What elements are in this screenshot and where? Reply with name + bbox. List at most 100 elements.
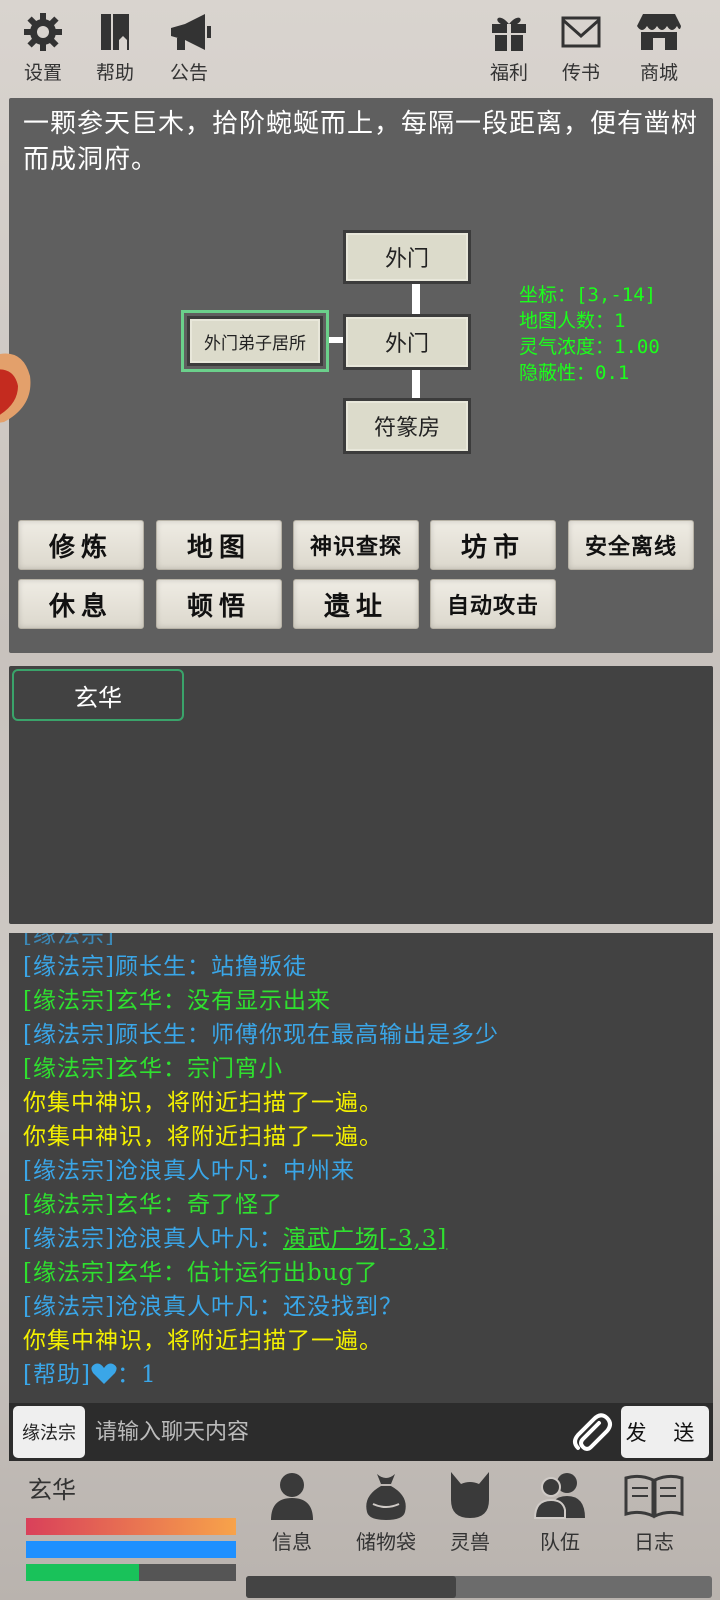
beast-icon	[451, 1472, 489, 1518]
nav-team-label: 队伍	[540, 1530, 580, 1554]
team-icon	[533, 1473, 585, 1519]
map-node-south[interactable]: 符篆房	[343, 398, 471, 454]
mp-bar	[26, 1541, 236, 1558]
action-auto-attack-label: 自动攻击	[446, 593, 539, 619]
action-market-label: 坊市	[460, 532, 525, 563]
mail-button[interactable]: 传书	[550, 10, 612, 85]
gift-icon	[492, 17, 526, 51]
chat-log[interactable]: [缘法宗] [缘法宗]顾长生：站撸叛徒 [缘法宗]玄华：没有显示出来 [缘法宗]…	[9, 933, 713, 1403]
nav-log[interactable]: 日志	[614, 1470, 694, 1555]
chat-message: [帮助] ：1	[23, 1355, 157, 1389]
map-node-current-label: 外门	[384, 332, 429, 357]
scene-panel: 一颗参天巨木，拾阶蜿蜒而上，每隔一段距离，便有凿树而成洞府。 外门 外门 符篆房…	[9, 98, 713, 653]
open-book-icon	[624, 1474, 684, 1519]
shop-icon	[637, 14, 681, 50]
action-market[interactable]: 坊市	[430, 520, 556, 570]
settings-button[interactable]: 设置	[12, 10, 74, 85]
action-rest-label: 休息	[48, 591, 113, 622]
nav-log-label: 日志	[634, 1530, 674, 1554]
settings-label: 设置	[23, 62, 62, 84]
map-node-west-label: 外门弟子居所	[204, 333, 306, 354]
chat-input[interactable]	[91, 1407, 561, 1457]
announcement-button[interactable]: 公告	[158, 10, 220, 85]
chat-message: [缘法宗]沧浪真人叶凡：演武广场[-3,3]	[23, 1219, 447, 1253]
location-info: 坐标：[3,-14] 地图人数：1 灵气浓度：1.00 隐蔽性：0.1	[519, 282, 660, 386]
map-node-north[interactable]: 外门	[343, 230, 471, 284]
hp-bar	[26, 1518, 236, 1535]
action-ruins[interactable]: 遗址	[293, 579, 419, 629]
map-node-west[interactable]: 外门弟子居所	[187, 316, 323, 366]
chat-target-panel: 玄华	[9, 666, 713, 924]
send-button[interactable]: 发 送	[621, 1406, 709, 1458]
attachment-icon[interactable]	[569, 1411, 613, 1455]
action-rest[interactable]: 休息	[18, 579, 144, 629]
chat-message: 你集中神识，将附近扫描了一遍。	[23, 1090, 383, 1116]
gear-icon	[24, 13, 62, 51]
chat-message: [缘法宗]顾长生：站撸叛徒	[23, 954, 307, 980]
stealth-value: 隐蔽性：0.1	[519, 362, 630, 384]
horizontal-scrollbar[interactable]	[246, 1576, 712, 1598]
hp-bar-fill	[26, 1518, 236, 1535]
action-map[interactable]: 地图	[156, 520, 282, 570]
nav-info-label: 信息	[272, 1530, 312, 1554]
channel-selector[interactable]: 缘法宗	[13, 1406, 85, 1458]
nav-bag-label: 储物袋	[356, 1530, 416, 1554]
chat-message: [缘法宗]沧浪真人叶凡：中州来	[23, 1158, 355, 1184]
spirit-density: 灵气浓度：1.00	[519, 336, 660, 358]
chat-input-bar: 缘法宗 发 送	[9, 1403, 713, 1461]
scrollbar-thumb[interactable]	[246, 1576, 456, 1598]
player-name: 玄华	[28, 1476, 76, 1504]
action-enlighten[interactable]: 顿悟	[156, 579, 282, 629]
nav-bag[interactable]: 储物袋	[346, 1470, 426, 1555]
chat-message-prefix: [帮助]	[23, 1362, 91, 1388]
action-spirit-scan-label: 神识查探	[309, 534, 402, 560]
welfare-label: 福利	[489, 62, 528, 84]
welfare-button[interactable]: 福利	[478, 10, 540, 85]
chat-message-prefix: [缘法宗]沧浪真人叶凡：	[23, 1226, 283, 1252]
shop-button[interactable]: 商城	[628, 10, 690, 85]
megaphone-icon	[171, 14, 211, 50]
chat-message-suffix: ：1	[116, 1362, 157, 1388]
mail-label: 传书	[561, 62, 600, 84]
chat-message: [缘法宗]玄华：估计运行出bug了	[23, 1260, 379, 1286]
action-ruins-label: 遗址	[323, 591, 388, 622]
chat-message: [缘法宗]玄华：宗门宵小	[23, 1056, 283, 1082]
map-node-south-label: 符篆房	[373, 416, 440, 441]
location-link[interactable]: 演武广场[-3,3]	[283, 1226, 447, 1252]
chat-message: [缘法宗]玄华：没有显示出来	[23, 988, 331, 1014]
action-map-label: 地图	[186, 532, 251, 563]
bag-icon	[366, 1474, 406, 1520]
chat-message: [缘法宗]玄华：奇了怪了	[23, 1192, 283, 1218]
nav-beast[interactable]: 灵兽	[430, 1470, 510, 1555]
scene-description: 一颗参天巨木，拾阶蜿蜒而上，每隔一段距离，便有凿树而成洞府。	[23, 109, 699, 175]
player-count: 地图人数：1	[519, 310, 626, 332]
nav-info[interactable]: 信息	[252, 1470, 332, 1555]
exp-bar	[26, 1564, 236, 1581]
shop-label: 商城	[639, 62, 678, 84]
person-icon	[271, 1473, 313, 1520]
chat-message: 你集中神识，将附近扫描了一遍。	[23, 1124, 383, 1150]
chat-message: [缘法宗]顾长生：师傅你现在最高输出是多少	[23, 1022, 499, 1048]
action-cultivate[interactable]: 修炼	[18, 520, 144, 570]
action-spirit-scan[interactable]: 神识查探	[293, 520, 419, 570]
mail-icon	[561, 16, 601, 48]
chat-message: 你集中神识，将附近扫描了一遍。	[23, 1328, 383, 1354]
map-node-north-label: 外门	[384, 247, 429, 272]
action-auto-attack[interactable]: 自动攻击	[430, 579, 556, 629]
action-cultivate-label: 修炼	[48, 532, 113, 563]
heart-icon	[91, 1363, 117, 1384]
chat-target-tab-label: 玄华	[74, 683, 122, 712]
map-node-current[interactable]: 外门	[343, 314, 471, 370]
map-connector-vertical-bottom	[412, 369, 420, 401]
nav-team[interactable]: 队伍	[520, 1470, 600, 1555]
channel-selector-label: 缘法宗	[22, 1423, 76, 1444]
announcement-label: 公告	[169, 62, 208, 84]
character-edge-icon	[0, 353, 31, 423]
help-button[interactable]: 帮助	[84, 10, 146, 85]
coords-readout: 坐标：[3,-14]	[519, 284, 657, 306]
book-icon	[101, 14, 129, 50]
chat-target-tab[interactable]: 玄华	[12, 669, 184, 721]
top-bar: 设置 帮助 公告 福利 传书 商城	[0, 0, 720, 92]
action-enlighten-label: 顿悟	[186, 591, 251, 622]
action-safe-offline[interactable]: 安全离线	[568, 520, 694, 570]
